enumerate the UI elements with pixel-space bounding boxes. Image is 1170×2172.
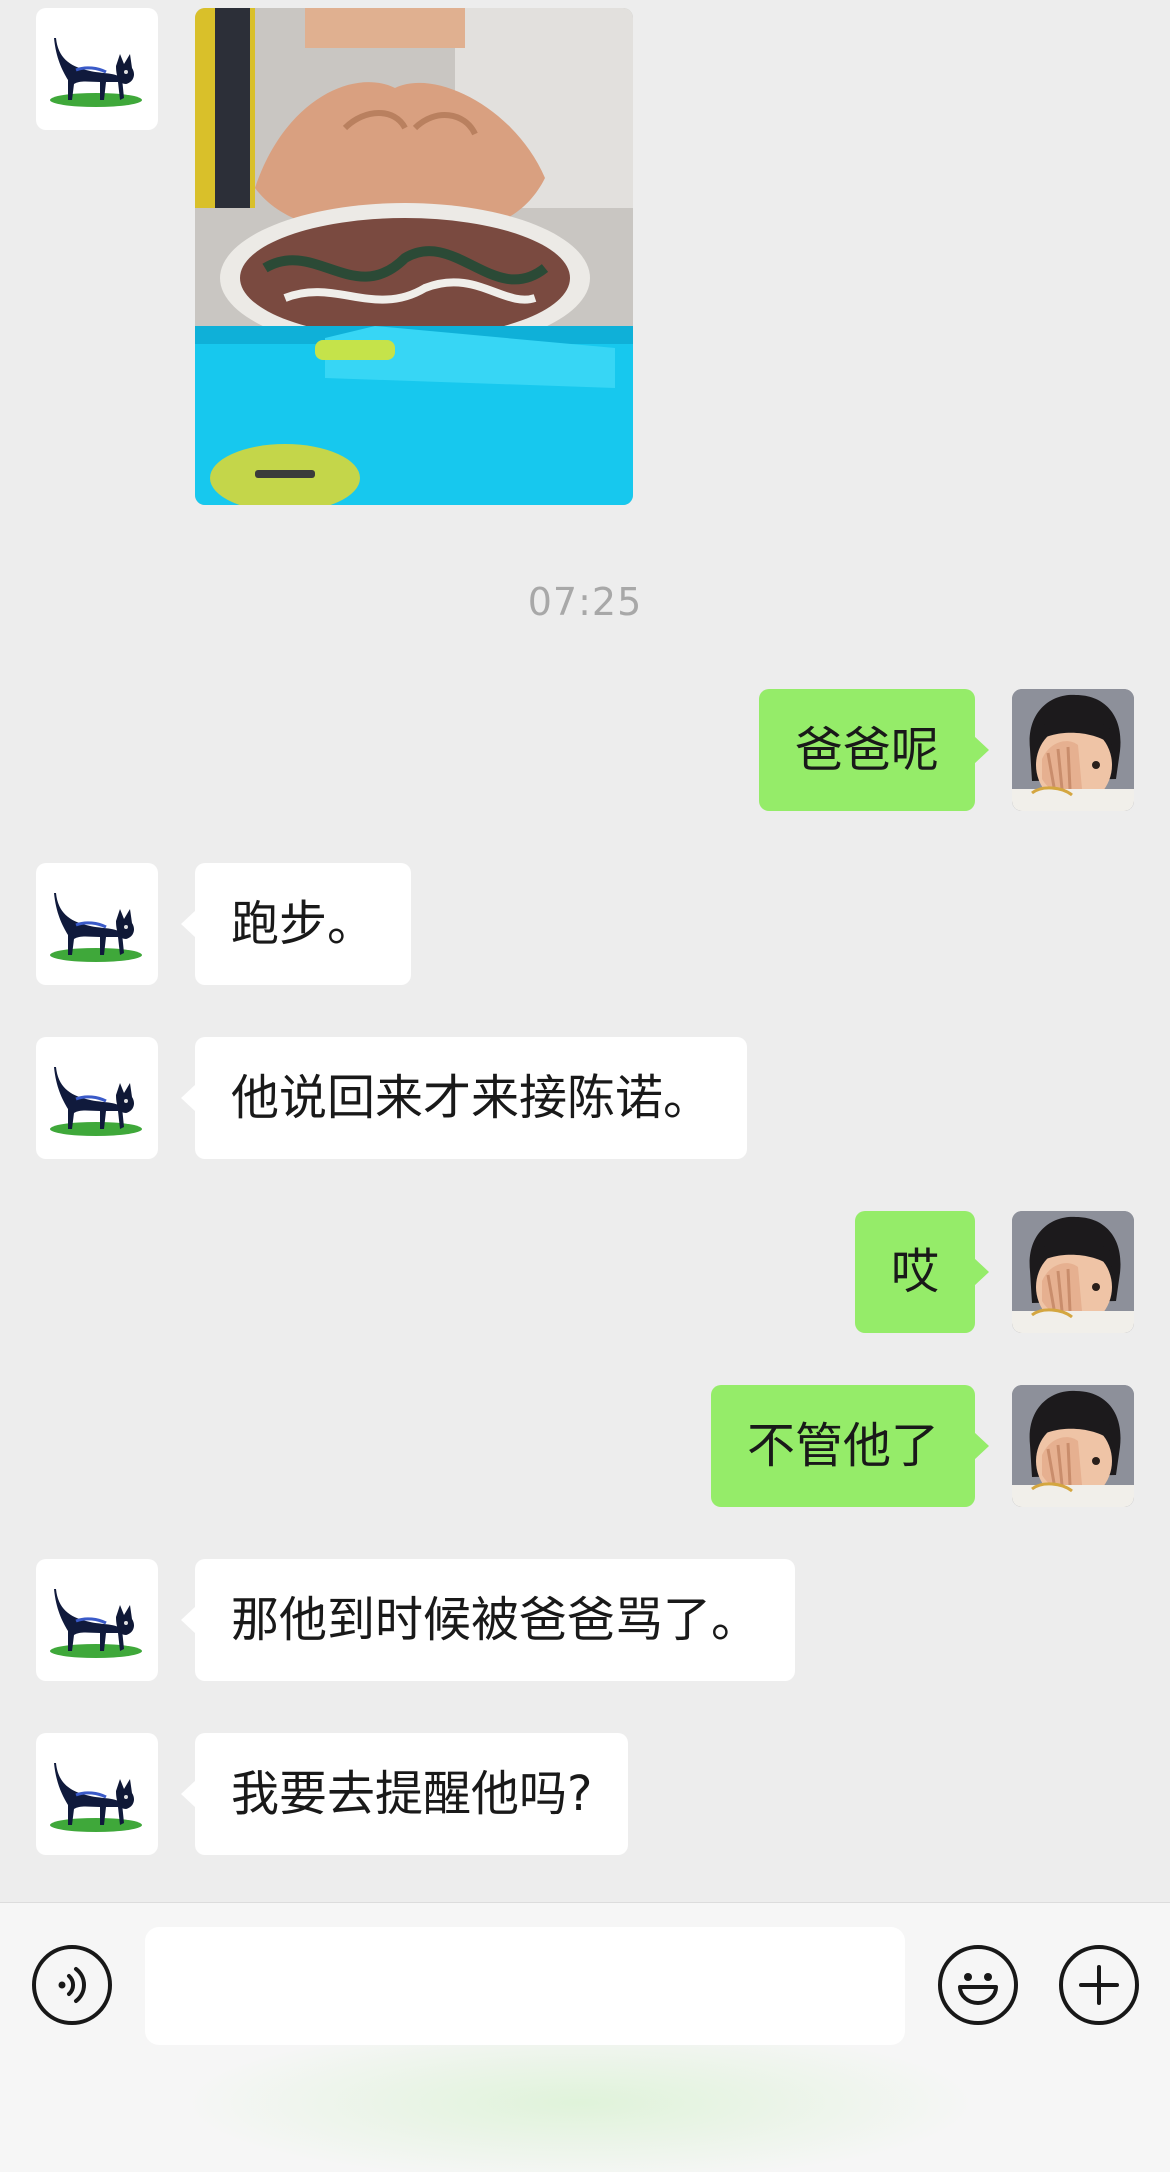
my-avatar[interactable] [1012, 689, 1134, 811]
black-cat-icon [50, 893, 142, 962]
outgoing-message-bubble[interactable]: 哎 [854, 1211, 990, 1333]
chat-screen: 07:25 爸爸呢 跑步。 他说回来才来接陈诺。 哎 不管他了 那他到时候被爸爸… [0, 0, 1170, 2172]
my-avatar[interactable] [1012, 1385, 1134, 1507]
emoji-icon [958, 1973, 998, 2005]
emoji-button[interactable] [938, 1945, 1018, 2025]
more-button[interactable] [1059, 1945, 1139, 2025]
contact-avatar[interactable] [36, 1559, 158, 1681]
black-cat-icon [50, 1067, 142, 1136]
chat-input-bar [0, 1902, 1170, 2172]
message-input[interactable] [145, 1927, 905, 2045]
message-timestamp: 07:25 [527, 580, 643, 624]
input-bar-glow [180, 2023, 980, 2172]
black-cat-icon [50, 1763, 142, 1832]
photo-image [195, 8, 633, 505]
my-avatar[interactable] [1012, 1211, 1134, 1333]
incoming-message-bubble[interactable]: 他说回来才来接陈诺。 [180, 1037, 748, 1159]
outgoing-message-bubble[interactable]: 不管他了 [710, 1385, 990, 1507]
incoming-message-bubble[interactable]: 我要去提醒他吗? [180, 1733, 629, 1855]
contact-avatar[interactable] [36, 1733, 158, 1855]
photo-message[interactable] [195, 8, 633, 505]
contact-avatar[interactable] [36, 8, 158, 130]
incoming-message-bubble[interactable]: 跑步。 [180, 863, 412, 985]
incoming-message-bubble[interactable]: 那他到时候被爸爸骂了。 [180, 1559, 796, 1681]
girl-avatar-image [1012, 689, 1134, 811]
outgoing-message-bubble[interactable]: 爸爸呢 [758, 689, 990, 811]
black-cat-icon [50, 38, 142, 107]
girl-avatar-image [1012, 1211, 1134, 1333]
contact-avatar[interactable] [36, 863, 158, 985]
voice-icon [58, 1967, 86, 2003]
girl-avatar-image [1012, 1385, 1134, 1507]
plus-icon [1079, 1965, 1119, 2005]
voice-button[interactable] [32, 1945, 112, 2025]
black-cat-icon [50, 1589, 142, 1658]
contact-avatar[interactable] [36, 1037, 158, 1159]
